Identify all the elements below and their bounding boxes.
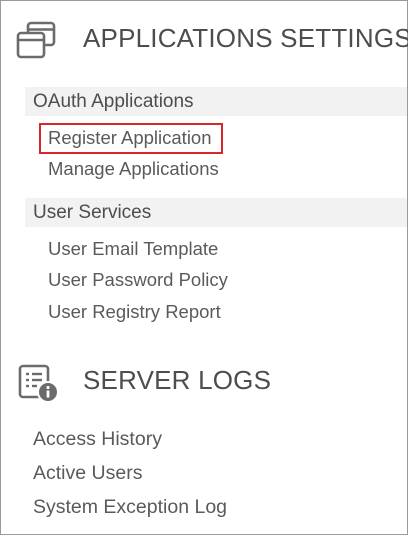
link-active-users[interactable]: Active Users	[33, 462, 142, 484]
section-title-server-logs: SERVER LOGS	[83, 365, 272, 395]
link-system-exception-log[interactable]: System Exception Log	[33, 496, 227, 518]
link-user-email-template[interactable]: User Email Template	[48, 238, 218, 260]
group-oauth-applications: OAuth Applications	[25, 87, 407, 116]
link-user-password-policy[interactable]: User Password Policy	[48, 269, 228, 291]
windows-icon	[16, 21, 56, 59]
link-manage-applications[interactable]: Manage Applications	[48, 158, 219, 180]
group-label-oauth-applications: OAuth Applications	[33, 91, 194, 112]
settings-panel: APPLICATIONS SETTINGS OAuth Applications…	[0, 0, 408, 535]
group-label-user-services: User Services	[33, 202, 152, 223]
section-title-applications-settings: APPLICATIONS SETTINGS	[83, 23, 408, 53]
group-user-services: User Services	[25, 198, 407, 227]
server-logs-header: SERVER LOGS	[1, 359, 407, 403]
applications-settings-header: APPLICATIONS SETTINGS	[1, 17, 408, 61]
link-access-history[interactable]: Access History	[33, 428, 162, 450]
log-info-icon	[18, 364, 59, 403]
link-user-registry-report[interactable]: User Registry Report	[48, 301, 221, 323]
highlight-register-application	[39, 123, 223, 154]
